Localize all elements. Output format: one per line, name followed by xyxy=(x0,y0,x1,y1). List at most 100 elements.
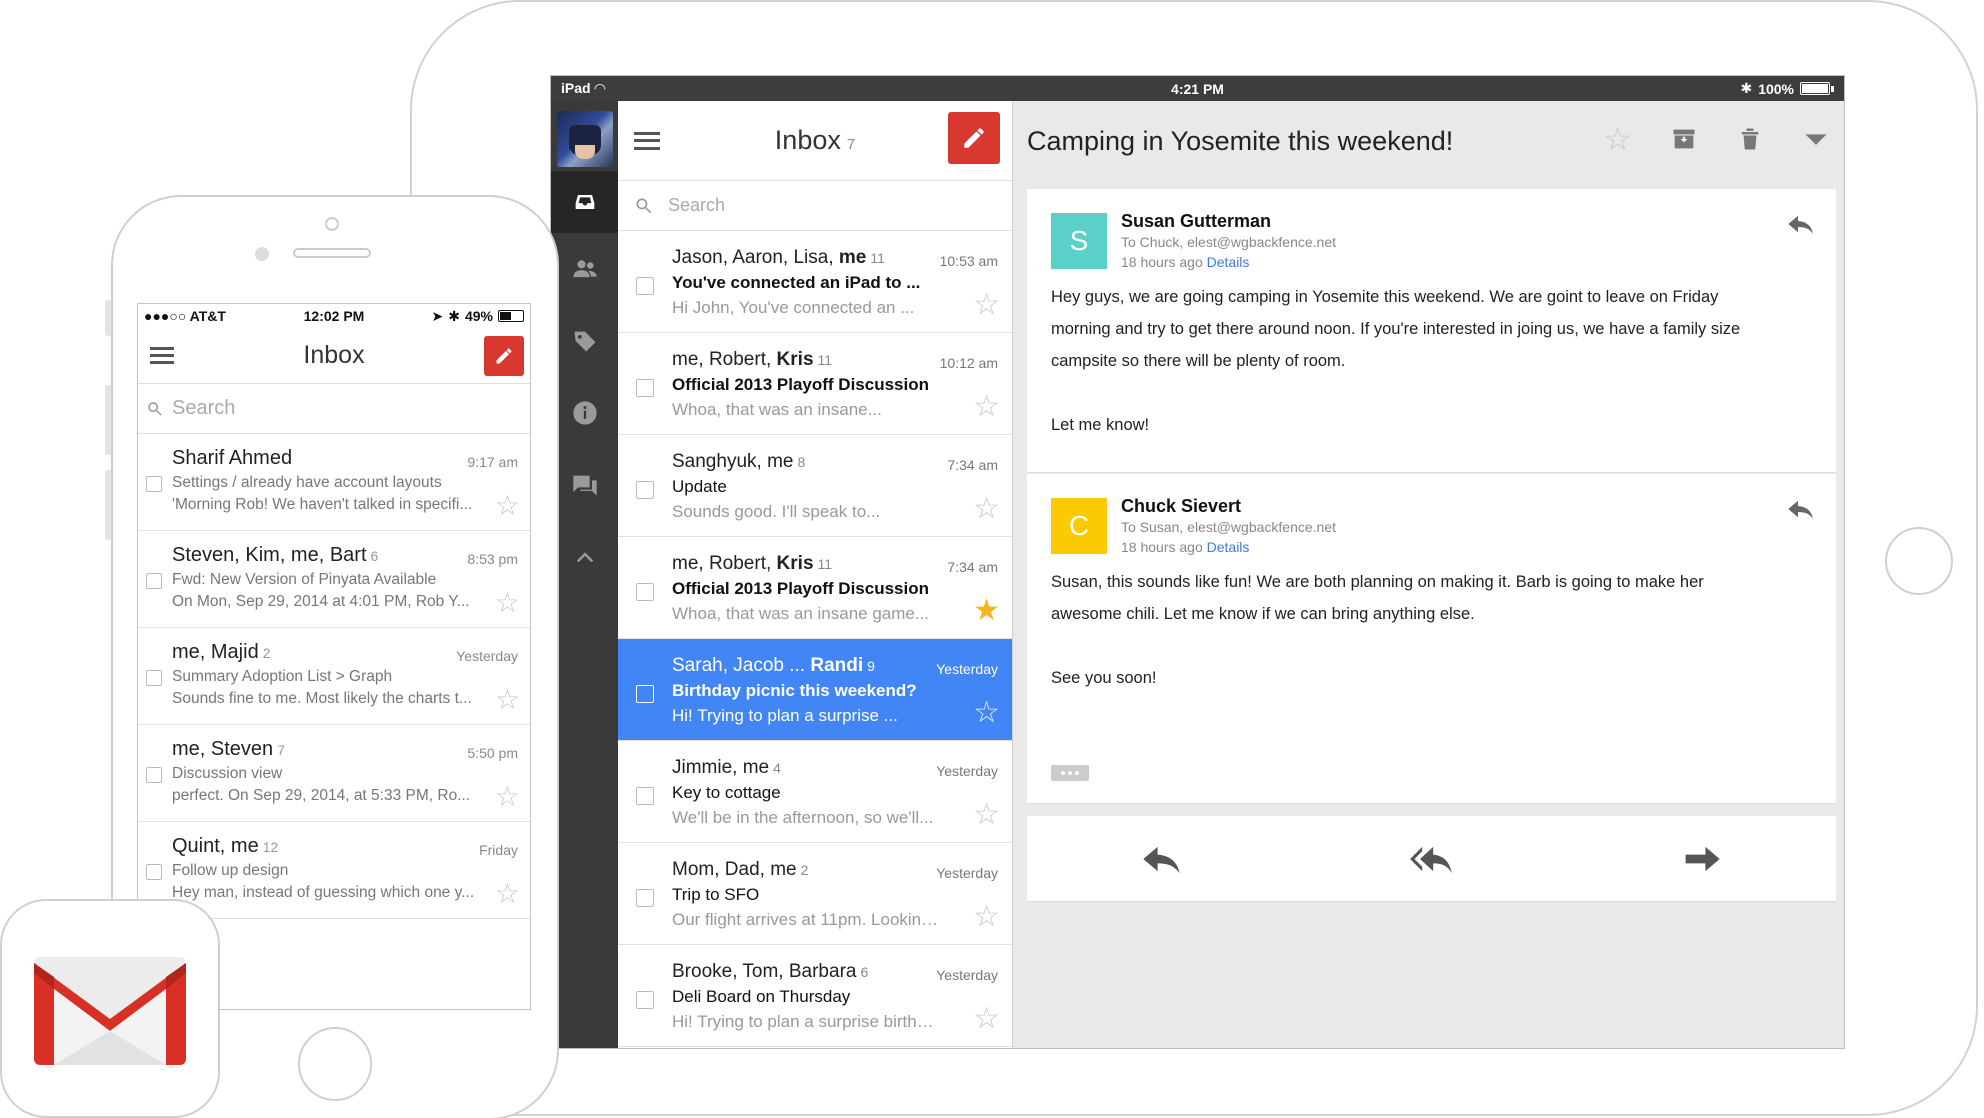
star-icon[interactable]: ☆ xyxy=(495,880,520,908)
thread-time: Yesterday xyxy=(936,967,998,983)
row-checkbox[interactable] xyxy=(146,573,162,589)
iphone-camera xyxy=(325,217,339,231)
details-link[interactable]: Details xyxy=(1207,254,1250,270)
thread-row[interactable]: Sarah, Jacob ... Randi 9 Yesterday Birthday… xyxy=(618,639,1012,741)
row-checkbox[interactable] xyxy=(146,864,162,880)
thread-senders: me, Robert, Kris 11 xyxy=(672,349,833,370)
show-trimmed-content-button[interactable] xyxy=(1051,765,1089,781)
thread-snippet: Hey man, instead of guessing which one y… xyxy=(172,884,475,901)
star-icon[interactable]: ☆ xyxy=(495,686,520,714)
thread-time: Yesterday xyxy=(936,661,998,677)
list-header: Inbox 7 xyxy=(618,101,1012,181)
iphone-home-button[interactable] xyxy=(298,1027,372,1101)
thread-subject: Official 2013 Playoff Discussion xyxy=(672,579,929,598)
row-checkbox[interactable] xyxy=(636,787,654,805)
star-icon[interactable]: ☆ xyxy=(973,902,1000,932)
chat-icon[interactable] xyxy=(551,449,618,521)
thread-subject: Key to cottage xyxy=(672,783,781,802)
thread-senders: Jason, Aaron, Lisa, me 11 xyxy=(672,247,885,268)
thread-subject: Discussion view xyxy=(172,765,283,782)
iphone-status-bar: ●●●○○ AT&T 12:02 PM ➤ ✱ 49% xyxy=(138,304,530,328)
thread-senders: Quint, me 12 xyxy=(172,835,279,857)
archive-icon[interactable] xyxy=(1670,125,1698,153)
reply-all-icon[interactable] xyxy=(1409,842,1453,876)
reply-icon[interactable] xyxy=(1786,496,1816,527)
info-icon[interactable] xyxy=(551,377,618,449)
sender-name: Susan Gutterman xyxy=(1121,211,1272,231)
row-checkbox[interactable] xyxy=(146,767,162,783)
bluetooth-icon: ✱ xyxy=(1740,80,1753,96)
compose-button[interactable] xyxy=(484,336,524,376)
thread-message-count: 6 xyxy=(370,548,379,564)
row-checkbox[interactable] xyxy=(146,670,162,686)
account-avatar[interactable] xyxy=(556,111,613,167)
star-icon[interactable]: ☆ xyxy=(973,392,1000,422)
thread-subject: Update xyxy=(672,477,727,496)
message-time: 18 hours ago Details xyxy=(1121,254,1250,270)
thread-row[interactable]: me, Robert, Kris 11 7:34 am Official 2013 P… xyxy=(618,537,1012,639)
thread-row[interactable]: me, Steven 7 5:50 pm Discussion view perfect… xyxy=(138,725,530,822)
thread-senders: Sanghyuk, me 8 xyxy=(672,451,806,472)
thread-snippet: Sounds good. I'll speak to... xyxy=(672,502,881,521)
star-icon[interactable]: ☆ xyxy=(973,800,1000,830)
search-input[interactable]: Search xyxy=(618,181,1012,231)
contacts-icon[interactable] xyxy=(551,233,618,305)
thread-subject: Birthday picnic this weekend? xyxy=(672,681,917,700)
row-checkbox[interactable] xyxy=(636,277,654,295)
row-checkbox[interactable] xyxy=(636,889,654,907)
thread-row[interactable]: me, Majid 2 Yesterday Summary Adoption List… xyxy=(138,628,530,725)
star-icon[interactable]: ☆ xyxy=(495,492,520,520)
menu-icon[interactable] xyxy=(634,131,660,150)
chevron-down-icon[interactable] xyxy=(1802,125,1830,153)
collapse-chevron-up-icon[interactable] xyxy=(551,521,618,593)
star-icon[interactable]: ☆ xyxy=(1603,123,1632,155)
row-checkbox[interactable] xyxy=(636,379,654,397)
iphone-sensor xyxy=(255,247,269,261)
ipad-device-label: iPad ◠ xyxy=(561,80,606,96)
compose-button[interactable] xyxy=(948,112,1000,164)
thread-subject: Follow up design xyxy=(172,862,289,879)
thread-row[interactable]: me, Robert, Kris 11 10:12 am Official 2013 … xyxy=(618,333,1012,435)
thread-row[interactable]: Jimmie, me 4 Yesterday Key to cottage We'll … xyxy=(618,741,1012,843)
thread-row[interactable]: Sanghyuk, me 8 7:34 am Update Sounds good. I… xyxy=(618,435,1012,537)
reply-icon[interactable] xyxy=(1786,211,1816,242)
star-icon[interactable]: ☆ xyxy=(495,783,520,811)
trash-icon[interactable] xyxy=(1736,125,1764,153)
reply-icon[interactable] xyxy=(1140,842,1184,876)
star-icon[interactable]: ☆ xyxy=(973,698,1000,728)
row-checkbox[interactable] xyxy=(146,476,162,492)
thread-row[interactable]: Mom, Dad, me 2 Yesterday Trip to SFO Our fli… xyxy=(618,843,1012,945)
thread-list-pane: Inbox 7 Search Jason, Aaron, Lisa, me 11 10… xyxy=(618,101,1013,1048)
row-checkbox[interactable] xyxy=(636,481,654,499)
bluetooth-icon: ✱ xyxy=(448,307,460,324)
thread-time: 7:34 am xyxy=(947,559,998,575)
label-icon[interactable] xyxy=(551,305,618,377)
details-link[interactable]: Details xyxy=(1207,539,1250,555)
star-icon[interactable]: ☆ xyxy=(495,589,520,617)
thread-snippet: Whoa, that was an insane... xyxy=(672,400,882,419)
row-checkbox[interactable] xyxy=(636,685,654,703)
star-icon[interactable]: ☆ xyxy=(973,494,1000,524)
forward-icon[interactable] xyxy=(1679,842,1723,876)
menu-icon[interactable] xyxy=(150,347,174,364)
battery-icon xyxy=(1800,82,1830,95)
thread-row[interactable]: Steven, Kim, me, Bart 6 8:53 pm Fwd: New Ve… xyxy=(138,531,530,628)
thread-row[interactable]: Sharif Ahmed 9:17 am Settings / already ha… xyxy=(138,434,530,531)
thread-row[interactable]: Brooke, Tom, Barbara 6 Yesterday Deli Board… xyxy=(618,945,1012,1047)
thread-time: 7:34 am xyxy=(947,457,998,473)
ipad-home-button[interactable] xyxy=(1885,527,1953,595)
search-input[interactable]: Search xyxy=(138,384,530,434)
thread-snippet: perfect. On Sep 29, 2014, at 5:33 PM, Ro… xyxy=(172,787,471,804)
thread-row[interactable]: Jason, Aaron, Lisa, me 11 10:53 am You've c… xyxy=(618,231,1012,333)
star-icon[interactable]: ☆ xyxy=(973,290,1000,320)
thread-subject: Summary Adoption List > Graph xyxy=(172,668,393,685)
star-icon[interactable]: ☆ xyxy=(973,1004,1000,1034)
star-icon[interactable]: ★ xyxy=(973,596,1000,626)
row-checkbox[interactable] xyxy=(636,583,654,601)
row-checkbox[interactable] xyxy=(636,991,654,1009)
inbox-icon[interactable] xyxy=(551,171,618,233)
thread-message-count: 8 xyxy=(797,454,806,470)
search-placeholder: Search xyxy=(668,195,726,215)
reply-action-bar xyxy=(1027,816,1836,902)
message-paragraph: See you soon! xyxy=(1051,669,1157,687)
